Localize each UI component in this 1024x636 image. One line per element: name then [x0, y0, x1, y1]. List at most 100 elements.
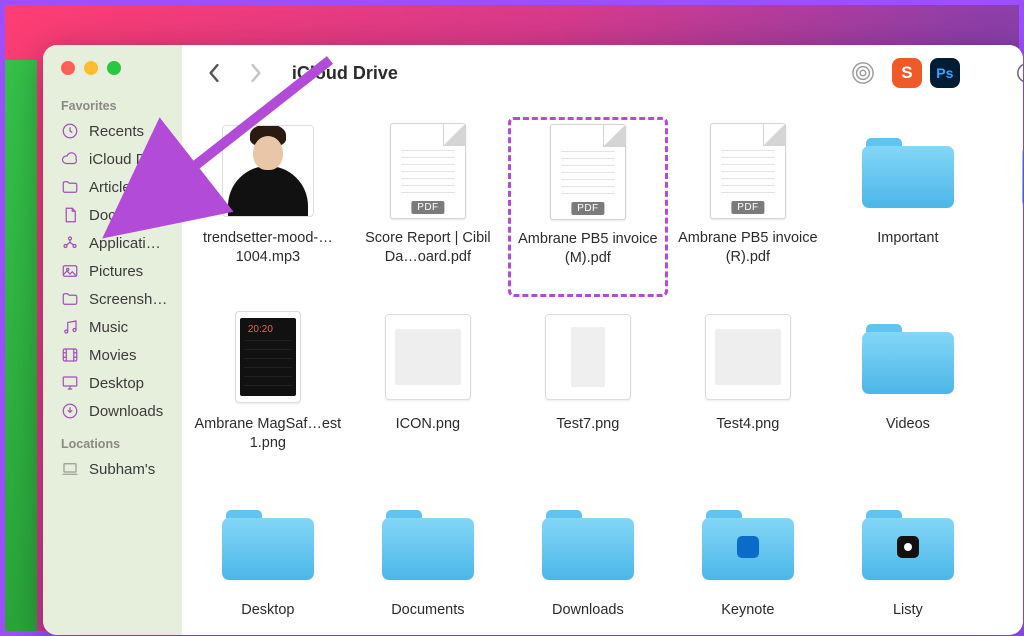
file-label: Desktop — [241, 601, 294, 620]
file-label: Videos — [886, 415, 930, 434]
file-icon — [220, 123, 316, 219]
file-label: Important — [877, 229, 938, 248]
info-icon[interactable] — [1012, 58, 1023, 88]
file-item[interactable]: Test7.png — [508, 297, 668, 483]
sidebar-item-label: Desktop — [89, 375, 144, 392]
folder-icon — [220, 495, 316, 591]
sidebar-item-iclouddri[interactable]: iCloud Dri… — [43, 145, 182, 173]
laptop-icon — [61, 460, 79, 478]
download-icon — [61, 402, 79, 420]
desktop-icon — [61, 374, 79, 392]
sidebar-item-label: Screensh… — [89, 291, 167, 308]
image-icon — [61, 262, 79, 280]
file-item[interactable]: Desktop — [188, 483, 348, 635]
file-item[interactable]: Ambrane MagSaf…est 1.png — [188, 297, 348, 483]
sidebar-item-label: Article Sc… — [89, 179, 167, 196]
apps-icon — [61, 234, 79, 252]
fullscreen-dot[interactable] — [107, 61, 121, 75]
finder-window: Favorites Recents iCloud Dri… Article Sc… Do… — [43, 45, 1023, 635]
file-icon — [220, 309, 316, 405]
file-item[interactable]: Da — [988, 111, 1023, 297]
sidebar-item-recents[interactable]: Recents — [43, 117, 182, 145]
sidebar-item-label: Music — [89, 319, 128, 336]
folder-icon — [700, 495, 796, 591]
file-label: Test7.png — [556, 415, 619, 434]
file-item[interactable]: Important — [828, 111, 988, 297]
sidebar-item-music[interactable]: Music — [43, 313, 182, 341]
file-item[interactable]: PDF Ambrane PB5 invoice (R).pdf — [668, 111, 828, 297]
folder-icon — [380, 495, 476, 591]
sidebar: Favorites Recents iCloud Dri… Article Sc… Do… — [43, 45, 182, 635]
file-label: Documents — [391, 601, 464, 620]
file-icon: PDF — [700, 123, 796, 219]
file-icon — [380, 309, 476, 405]
forward-button[interactable] — [242, 59, 270, 87]
location-title: iCloud Drive — [292, 63, 398, 84]
sidebar-item-label: Recents — [89, 123, 144, 140]
sidebar-item-label: Movies — [89, 347, 137, 364]
sidebar-item-label: iCloud Dri… — [89, 151, 170, 168]
file-item[interactable]: Keynote — [668, 483, 828, 635]
sidebar-item-documents[interactable]: Documents — [43, 201, 182, 229]
file-grid-area: trendsetter-mood-…1004.mp3 PDF Score Repor… — [182, 101, 1023, 635]
file-item[interactable]: trendsetter-mood-…1004.mp3 — [188, 111, 348, 297]
sidebar-item-pictures[interactable]: Pictures — [43, 257, 182, 285]
sidebar-item-label: Subham's — [89, 461, 155, 478]
clock-icon — [61, 122, 79, 140]
file-item[interactable]: Documents — [348, 483, 508, 635]
file-label: Ambrane PB5 invoice (M).pdf — [515, 230, 661, 268]
cloud-icon — [61, 150, 79, 168]
file-label: Score Report | Cibil Da…oard.pdf — [353, 229, 503, 267]
file-label: ICON.png — [396, 415, 460, 434]
close-dot[interactable] — [61, 61, 75, 75]
folder-icon — [860, 123, 956, 219]
file-icon — [700, 309, 796, 405]
folder-icon — [61, 178, 79, 196]
file-label: trendsetter-mood-…1004.mp3 — [193, 229, 343, 267]
folder-icon — [1020, 123, 1023, 219]
file-item[interactable]: PDF Ambrane PB5 invoice (M).pdf — [508, 117, 668, 297]
sidebar-item-label: Pictures — [89, 263, 143, 280]
file-icon: PDF — [540, 124, 636, 220]
main-panel: iCloud Drive S Ps trendsetter-mood-…1004.… — [182, 45, 1023, 635]
file-label: Downloads — [552, 601, 624, 620]
folder-icon — [860, 309, 956, 405]
file-item[interactable]: PDF Score Report | Cibil Da…oard.pdf — [348, 111, 508, 297]
sidebar-item-downloads[interactable]: Downloads — [43, 397, 182, 425]
file-item[interactable]: Downloads — [508, 483, 668, 635]
doc-icon — [61, 206, 79, 224]
sidebar-item-applicati[interactable]: Applicati… — [43, 229, 182, 257]
sidebar-item-subhams[interactable]: Subham's — [43, 455, 182, 483]
app-photoshop-icon[interactable]: Ps — [930, 58, 960, 88]
folder-icon — [540, 495, 636, 591]
file-item[interactable]: ICON.png — [348, 297, 508, 483]
music-icon — [61, 318, 79, 336]
airdrop-icon[interactable] — [848, 58, 878, 88]
file-label: Keynote — [721, 601, 774, 620]
minimize-dot[interactable] — [84, 61, 98, 75]
file-item[interactable]: Listy — [828, 483, 988, 635]
file-label: Test4.png — [716, 415, 779, 434]
film-icon — [61, 346, 79, 364]
sidebar-section-title: Favorites — [43, 87, 182, 117]
toolbar: iCloud Drive S Ps — [182, 45, 1023, 101]
sidebar-item-label: Applicati… — [89, 235, 161, 252]
sidebar-item-screensh[interactable]: Screensh… — [43, 285, 182, 313]
file-item[interactable]: Videos — [828, 297, 988, 483]
folder-icon — [61, 290, 79, 308]
sidebar-section-title: Locations — [43, 425, 182, 455]
sidebar-item-label: Documents — [89, 207, 165, 224]
folder-icon — [860, 495, 956, 591]
file-label: Ambrane PB5 invoice (R).pdf — [673, 229, 823, 267]
file-icon: PDF — [380, 123, 476, 219]
sidebar-item-label: Downloads — [89, 403, 163, 420]
app-seadrive-icon[interactable]: S — [892, 58, 922, 88]
file-label: Listy — [893, 601, 923, 620]
sidebar-item-desktop[interactable]: Desktop — [43, 369, 182, 397]
sidebar-item-articlesc[interactable]: Article Sc… — [43, 173, 182, 201]
back-button[interactable] — [200, 59, 228, 87]
file-icon — [540, 309, 636, 405]
sidebar-item-movies[interactable]: Movies — [43, 341, 182, 369]
window-controls — [43, 61, 182, 87]
file-item[interactable]: Test4.png — [668, 297, 828, 483]
